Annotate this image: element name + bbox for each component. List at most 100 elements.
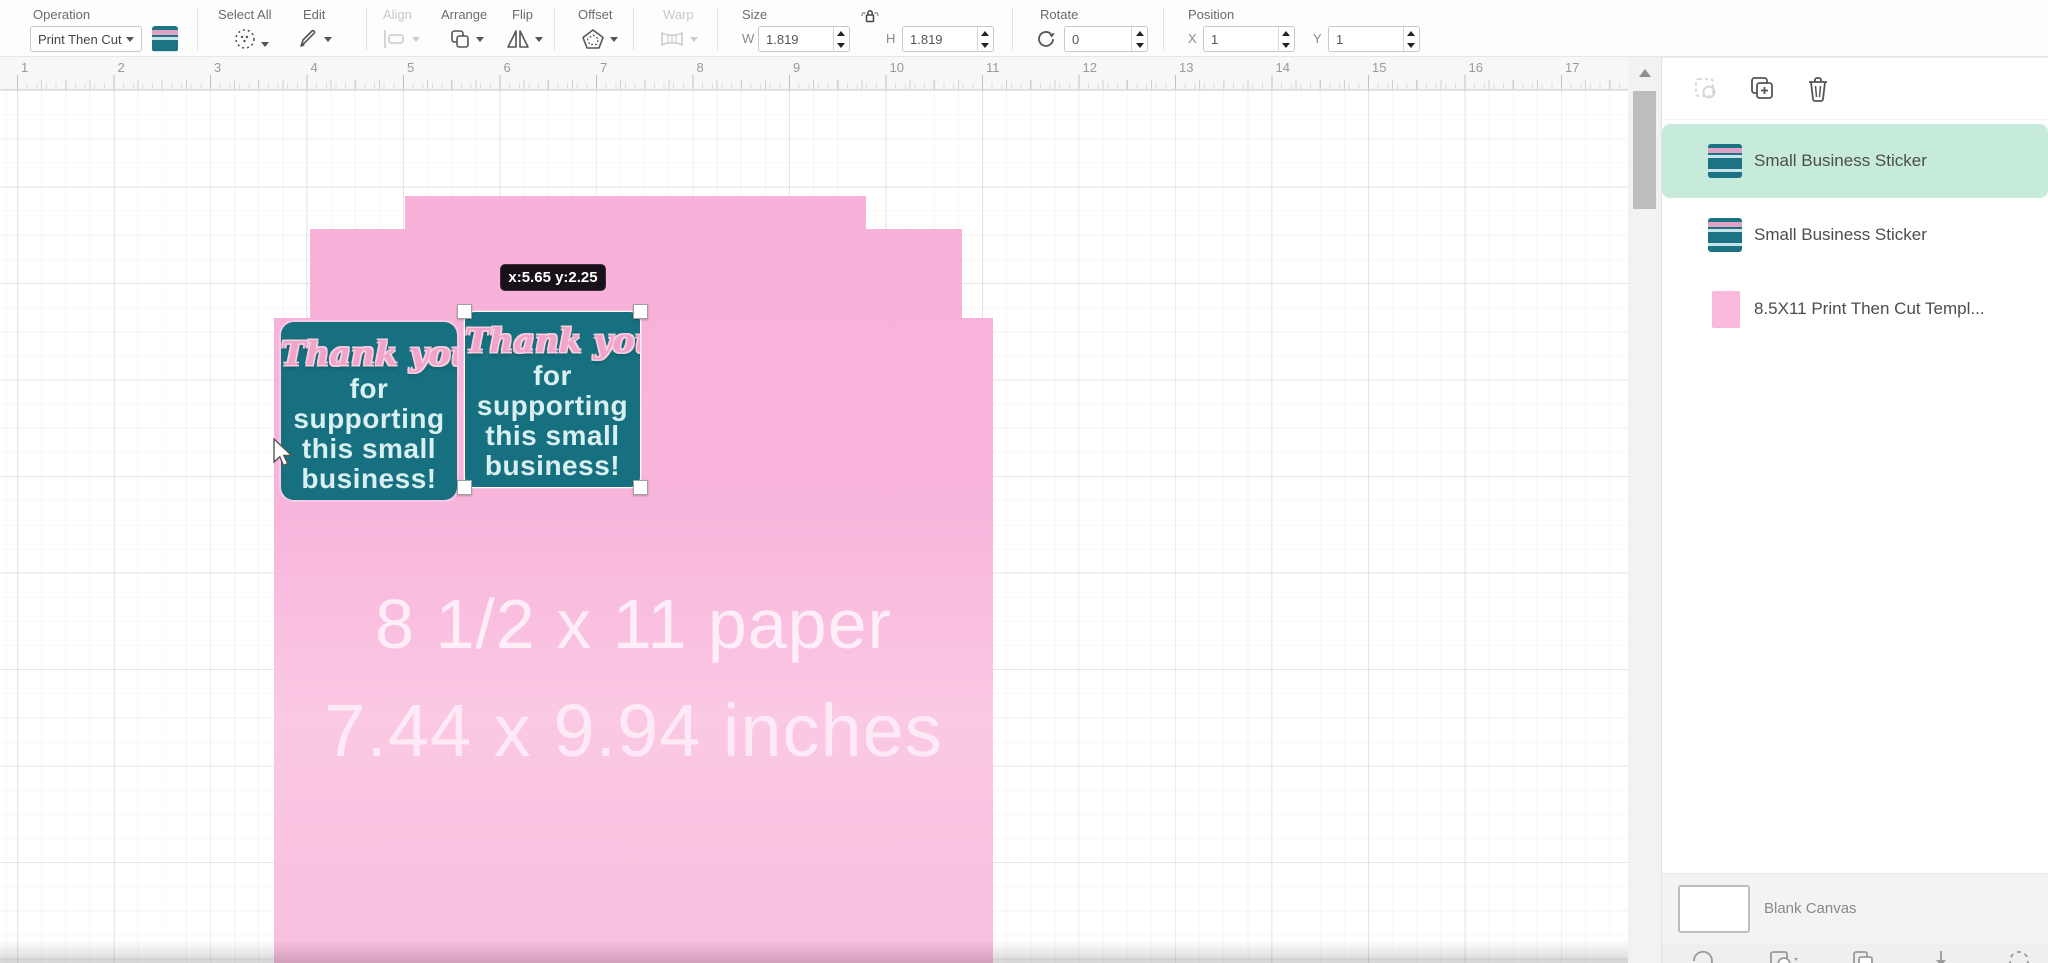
size-height-stepper[interactable] xyxy=(977,27,993,51)
flip-icon xyxy=(505,27,531,51)
layers-stack-icon[interactable] xyxy=(1850,948,1876,963)
ruler-number: 9 xyxy=(793,60,800,75)
rotate-field[interactable] xyxy=(1064,26,1148,52)
position-y-stepper[interactable] xyxy=(1403,27,1419,51)
size-w-label: W xyxy=(742,31,754,46)
sticker-text-line: business! xyxy=(281,464,457,494)
sticker-text-line: supporting xyxy=(281,404,457,434)
resize-handle-top-right[interactable] xyxy=(633,304,648,319)
edit-toolbar: Operation Print Then Cut Select All Edit… xyxy=(0,0,2048,57)
stepper-up-icon[interactable] xyxy=(1404,27,1419,39)
layers-panel: Layers Color Sync xyxy=(1661,0,2048,963)
position-section-label: Position xyxy=(1188,7,1234,22)
layer-list: Small Business Sticker Small Business St… xyxy=(1662,124,2048,346)
sticker-left[interactable]: Thank you for supporting this small busi… xyxy=(281,322,457,500)
layer-thumbnail-template xyxy=(1712,291,1740,328)
stepper-up-icon[interactable] xyxy=(1279,27,1294,39)
selection-bounding-box[interactable]: Thank you for supporting this small busi… xyxy=(465,312,640,487)
position-x-field[interactable] xyxy=(1203,26,1295,52)
warp-button-disabled[interactable] xyxy=(658,25,698,53)
design-canvas[interactable]: 8 1/2 x 11 paper 7.44 x 9.94 inches Than… xyxy=(0,90,1628,963)
ruler-number: 13 xyxy=(1179,60,1193,75)
toolbar-divider xyxy=(197,8,198,50)
ruler-number: 6 xyxy=(504,60,511,75)
align-label: Align xyxy=(383,7,412,22)
toolbar-divider xyxy=(633,8,634,50)
edit-label: Edit xyxy=(303,7,325,22)
group-icon[interactable] xyxy=(1692,75,1720,103)
sticker-script-text: Thank you xyxy=(281,334,457,374)
align-icon xyxy=(382,28,408,50)
stepper-up-icon[interactable] xyxy=(978,27,993,39)
stepper-down-icon[interactable] xyxy=(834,39,849,51)
sticker-text-line: for xyxy=(465,361,640,391)
stepper-up-icon[interactable] xyxy=(834,27,849,39)
layer-item-small-business-sticker-2[interactable]: Small Business Sticker xyxy=(1662,198,2048,272)
arrange-label: Arrange xyxy=(441,7,487,22)
resize-handle-top-left[interactable] xyxy=(457,304,472,319)
size-width-input[interactable] xyxy=(759,27,833,51)
resize-handle-bottom-left[interactable] xyxy=(457,480,472,495)
toolbar-divider xyxy=(1012,8,1013,50)
operation-dropdown[interactable]: Print Then Cut xyxy=(30,26,142,52)
select-circle-icon[interactable] xyxy=(2006,948,2032,963)
size-width-stepper[interactable] xyxy=(833,27,849,51)
ruler-number: 3 xyxy=(214,60,221,75)
canvas-scrollbar[interactable] xyxy=(1628,57,1661,963)
rotate-icon[interactable] xyxy=(1034,27,1058,51)
export-icon[interactable] xyxy=(1768,948,1798,963)
rotate-input[interactable] xyxy=(1065,27,1131,51)
caret-down-icon xyxy=(476,37,484,42)
stepper-down-icon[interactable] xyxy=(1404,39,1419,51)
size-width-field[interactable] xyxy=(758,26,850,52)
align-button-disabled[interactable] xyxy=(382,25,420,53)
lock-icon[interactable] xyxy=(860,8,880,26)
layer-thumbnail-sticker xyxy=(1708,218,1742,252)
size-height-field[interactable] xyxy=(902,26,994,52)
warp-label: Warp xyxy=(663,7,694,22)
sticker-text-line: supporting xyxy=(465,391,640,421)
group-action-icon[interactable] xyxy=(1690,948,1716,963)
position-x-input[interactable] xyxy=(1204,27,1278,51)
blank-canvas-label: Blank Canvas xyxy=(1764,900,1857,917)
scrollbar-thumb[interactable] xyxy=(1633,91,1656,209)
sticker-selected[interactable]: Thank you for supporting this small busi… xyxy=(465,312,640,487)
duplicate-icon[interactable] xyxy=(1747,74,1777,104)
delete-trash-icon[interactable] xyxy=(1804,74,1832,104)
sticker-text-line: business! xyxy=(465,451,640,481)
stepper-down-icon[interactable] xyxy=(1132,39,1147,51)
position-y-input[interactable] xyxy=(1329,27,1403,51)
ruler-number: 4 xyxy=(311,60,318,75)
template-text-line2: 7.44 x 9.94 inches xyxy=(274,688,993,773)
layer-item-template[interactable]: 8.5X11 Print Then Cut Templ... xyxy=(1662,272,2048,346)
stepper-down-icon[interactable] xyxy=(1279,39,1294,51)
operation-preview-thumbnail[interactable] xyxy=(152,26,178,52)
ruler-number: 1 xyxy=(21,60,28,75)
select-all-button[interactable] xyxy=(233,25,269,53)
caret-down-icon xyxy=(324,37,332,42)
scrollbar-up-button[interactable] xyxy=(1628,69,1661,85)
sticker-text-line: this small xyxy=(281,434,457,464)
size-section-label: Size xyxy=(742,7,767,22)
offset-button[interactable] xyxy=(580,25,618,53)
blank-canvas-row[interactable]: Blank Canvas xyxy=(1662,873,2048,943)
layer-item-small-business-sticker-1[interactable]: Small Business Sticker xyxy=(1662,124,2048,198)
size-height-input[interactable] xyxy=(903,27,977,51)
ruler-number: 8 xyxy=(697,60,704,75)
rotate-stepper[interactable] xyxy=(1131,27,1147,51)
mouse-cursor-icon xyxy=(272,438,298,468)
stepper-up-icon[interactable] xyxy=(1132,27,1147,39)
resize-handle-bottom-right[interactable] xyxy=(633,480,648,495)
position-y-field[interactable] xyxy=(1328,26,1420,52)
position-x-stepper[interactable] xyxy=(1278,27,1294,51)
arrange-button[interactable] xyxy=(448,25,484,53)
download-icon[interactable] xyxy=(1928,948,1954,963)
caret-down-icon xyxy=(535,37,543,42)
edit-button[interactable] xyxy=(296,25,332,53)
stepper-down-icon[interactable] xyxy=(978,39,993,51)
ruler-number: 16 xyxy=(1469,60,1483,75)
flip-button[interactable] xyxy=(505,25,543,53)
offset-icon xyxy=(580,27,606,51)
layer-label: Small Business Sticker xyxy=(1754,151,1927,171)
ruler-number: 12 xyxy=(1083,60,1097,75)
